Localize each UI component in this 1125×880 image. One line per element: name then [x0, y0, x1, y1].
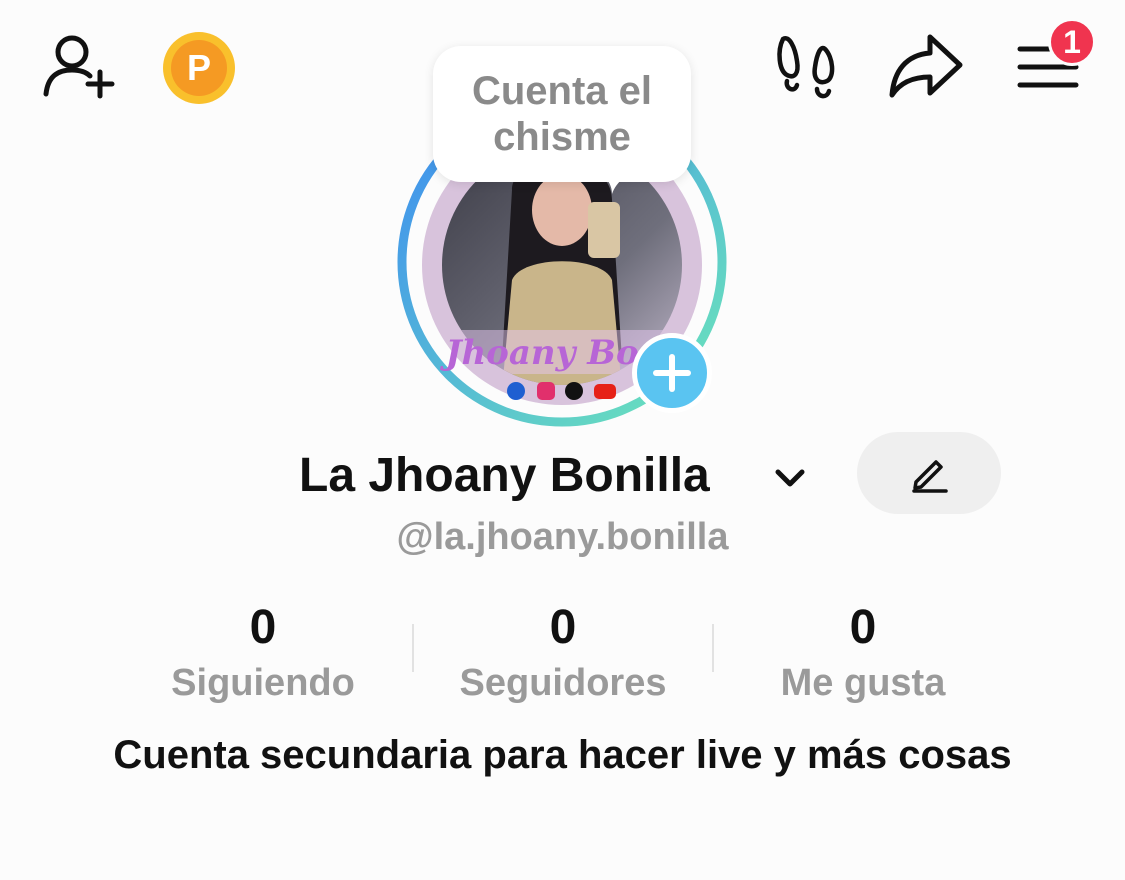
- facebook-icon: [507, 382, 525, 400]
- status-tooltip[interactable]: Cuenta el chisme: [433, 46, 691, 182]
- tiktok-icon: [565, 382, 583, 400]
- avatar-watermark: Jhoany Bo: [439, 333, 638, 373]
- tooltip-text: Cuenta el chisme: [471, 69, 653, 159]
- edit-profile-button[interactable]: [857, 432, 1001, 514]
- pencil-icon: [912, 460, 948, 493]
- notification-badge: 1: [1048, 18, 1096, 66]
- chevron-down-icon[interactable]: [772, 460, 808, 496]
- following-count: 0: [249, 601, 277, 654]
- profile-bio: Cuenta secundaria para hacer live y más …: [113, 733, 1012, 777]
- display-name: La Jhoany Bonilla: [299, 449, 710, 502]
- promote-coin-button[interactable]: P: [160, 30, 238, 106]
- instagram-icon: [537, 382, 555, 400]
- followers-label: Seguidores: [459, 662, 667, 704]
- likes-count: 0: [849, 601, 877, 654]
- share-profile-button[interactable]: [884, 30, 966, 102]
- promote-coin-icon: P: [163, 32, 235, 104]
- promote-letter: P: [187, 47, 211, 88]
- following-label: Siguiendo: [171, 662, 355, 704]
- stat-following[interactable]: 0 Siguiendo: [113, 602, 413, 708]
- likes-label: Me gusta: [780, 662, 946, 704]
- followers-count: 0: [549, 601, 577, 654]
- stat-followers[interactable]: 0 Seguidores: [413, 602, 713, 708]
- footprints-icon: [777, 36, 835, 99]
- person-add-icon: [43, 35, 115, 99]
- username: @la.jhoany.bonilla: [396, 516, 729, 558]
- share-arrow-icon: [889, 34, 963, 98]
- plus-icon: [653, 354, 691, 392]
- add-story-button[interactable]: [632, 333, 712, 413]
- tooltip-tail: [604, 176, 626, 194]
- youtube-icon: [594, 384, 616, 399]
- add-friend-button[interactable]: [38, 30, 118, 102]
- stat-likes[interactable]: 0 Me gusta: [713, 602, 1013, 708]
- footprints-button[interactable]: [772, 30, 844, 102]
